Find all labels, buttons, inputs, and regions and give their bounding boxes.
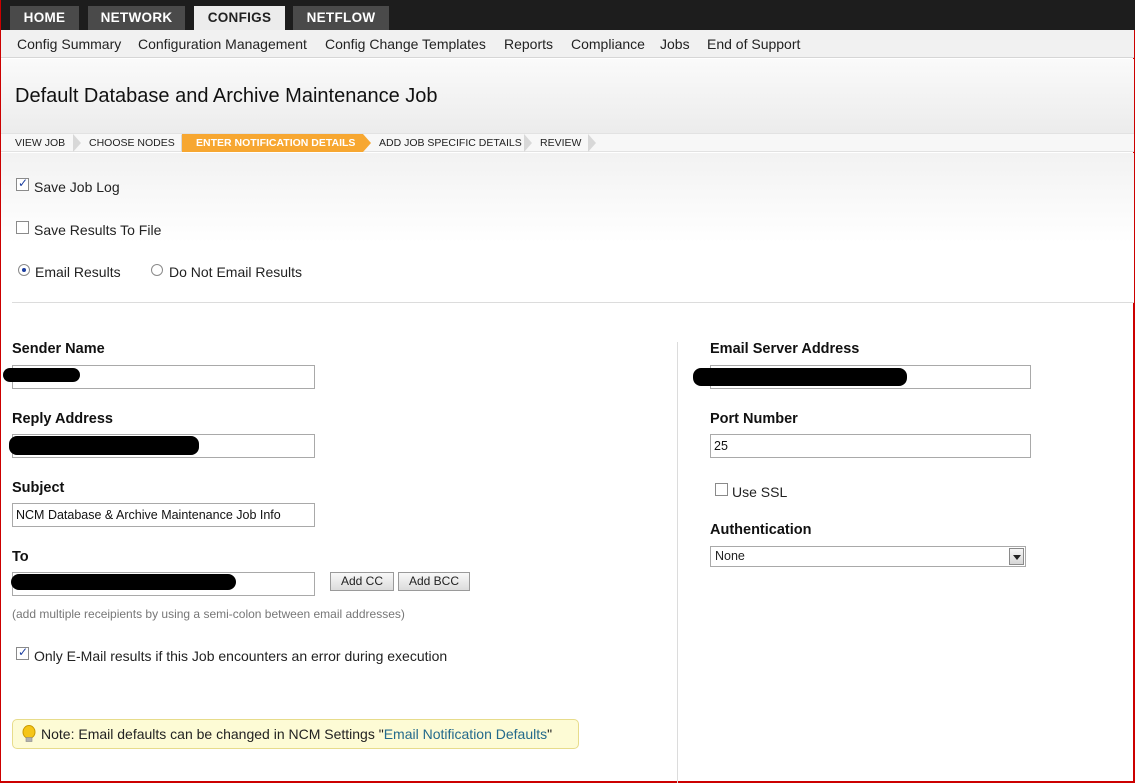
subnav-config-summary[interactable]: Config Summary [17, 36, 121, 52]
redaction-mark [693, 368, 907, 386]
tab-home[interactable]: HOME [10, 6, 79, 30]
do-not-email-results-label: Do Not Email Results [169, 264, 303, 280]
wizard-step-review[interactable]: REVIEW [534, 134, 596, 152]
lightbulb-icon [22, 725, 36, 742]
tab-network[interactable]: NETWORK [88, 6, 185, 30]
sender-name-label: Sender Name [12, 341, 105, 357]
authentication-label: Authentication [710, 522, 812, 538]
save-results-to-file-checkbox[interactable] [16, 221, 29, 234]
wizard-step-label: ADD JOB SPECIFIC DETAILS [379, 137, 522, 149]
chevron-right-icon [73, 134, 81, 152]
wizard-step-add-job-specific-details[interactable]: ADD JOB SPECIFIC DETAILS [373, 134, 532, 152]
note-prefix: Note: Email defaults can be changed in N… [41, 726, 384, 742]
email-results-radio[interactable] [18, 264, 30, 276]
save-results-to-file-label: Save Results To File [34, 222, 162, 238]
title-area: Default Database and Archive Maintenance… [1, 59, 1134, 133]
column-divider [677, 342, 678, 783]
recipients-hint: (add multiple receipients by using a sem… [12, 607, 405, 621]
subnav-compliance[interactable]: Compliance [571, 36, 645, 52]
wizard-step-enter-notification-details[interactable]: ENTER NOTIFICATION DETAILS [182, 134, 371, 152]
save-job-log-label: Save Job Log [34, 179, 120, 195]
wizard-breadcrumb: VIEW JOB CHOOSE NODES ENTER NOTIFICATION… [1, 133, 1134, 152]
port-number-input[interactable]: 25 [710, 434, 1031, 458]
save-job-log-checkbox[interactable] [16, 176, 29, 191]
only-on-error-label: Only E-Mail results if this Job encounte… [34, 648, 448, 664]
wizard-step-choose-nodes[interactable]: CHOOSE NODES [83, 134, 189, 152]
use-ssl-checkbox[interactable] [715, 483, 728, 496]
tab-configs[interactable]: CONFIGS [194, 6, 285, 30]
note-suffix: " [547, 726, 553, 742]
wizard-step-label: VIEW JOB [15, 137, 66, 149]
note-banner: Note: Email defaults can be changed in N… [12, 719, 579, 749]
only-on-error-checkbox[interactable] [16, 645, 29, 660]
wizard-step-label: ENTER NOTIFICATION DETAILS [196, 137, 356, 149]
wizard-step-view-job[interactable]: VIEW JOB [9, 134, 81, 152]
subnav-end-of-support[interactable]: End of Support [707, 36, 800, 52]
add-bcc-button[interactable]: Add BCC [398, 572, 470, 591]
subnav-jobs[interactable]: Jobs [660, 36, 690, 52]
reply-address-label: Reply Address [12, 411, 113, 427]
chevron-right-icon [588, 134, 596, 152]
add-cc-button[interactable]: Add CC [330, 572, 394, 591]
email-server-address-label: Email Server Address [710, 341, 860, 357]
to-label: To [12, 549, 29, 565]
chevron-right-icon [524, 134, 532, 152]
subject-input[interactable]: NCM Database & Archive Maintenance Job I… [12, 503, 315, 527]
section-divider [12, 302, 1134, 303]
page-title: Default Database and Archive Maintenance… [15, 85, 438, 107]
subject-label: Subject [12, 480, 65, 496]
redaction-mark [11, 574, 236, 590]
wizard-step-label: CHOOSE NODES [89, 137, 175, 149]
subnav-configuration-management[interactable]: Configuration Management [138, 36, 307, 52]
sub-navigation: Config Summary Configuration Management … [1, 30, 1134, 58]
redaction-mark [9, 436, 199, 455]
chevron-right-icon [363, 134, 371, 152]
port-number-label: Port Number [710, 411, 798, 427]
email-results-label: Email Results [35, 264, 121, 280]
chevron-down-icon[interactable] [1009, 548, 1024, 565]
authentication-select[interactable]: None [710, 546, 1026, 567]
note-text: Note: Email defaults can be changed in N… [41, 726, 552, 742]
subnav-reports[interactable]: Reports [504, 36, 553, 52]
do-not-email-results-radio[interactable] [151, 264, 163, 276]
tab-netflow[interactable]: NETFLOW [293, 6, 389, 30]
authentication-selected-value: None [715, 549, 745, 563]
redaction-mark [3, 368, 80, 382]
options-panel [1, 153, 1134, 303]
top-navigation-bar: HOME NETWORK CONFIGS NETFLOW [1, 0, 1135, 30]
email-notification-defaults-link[interactable]: Email Notification Defaults [384, 726, 547, 742]
wizard-step-label: REVIEW [540, 137, 582, 149]
use-ssl-label: Use SSL [732, 484, 788, 500]
subnav-config-change-templates[interactable]: Config Change Templates [325, 36, 486, 52]
